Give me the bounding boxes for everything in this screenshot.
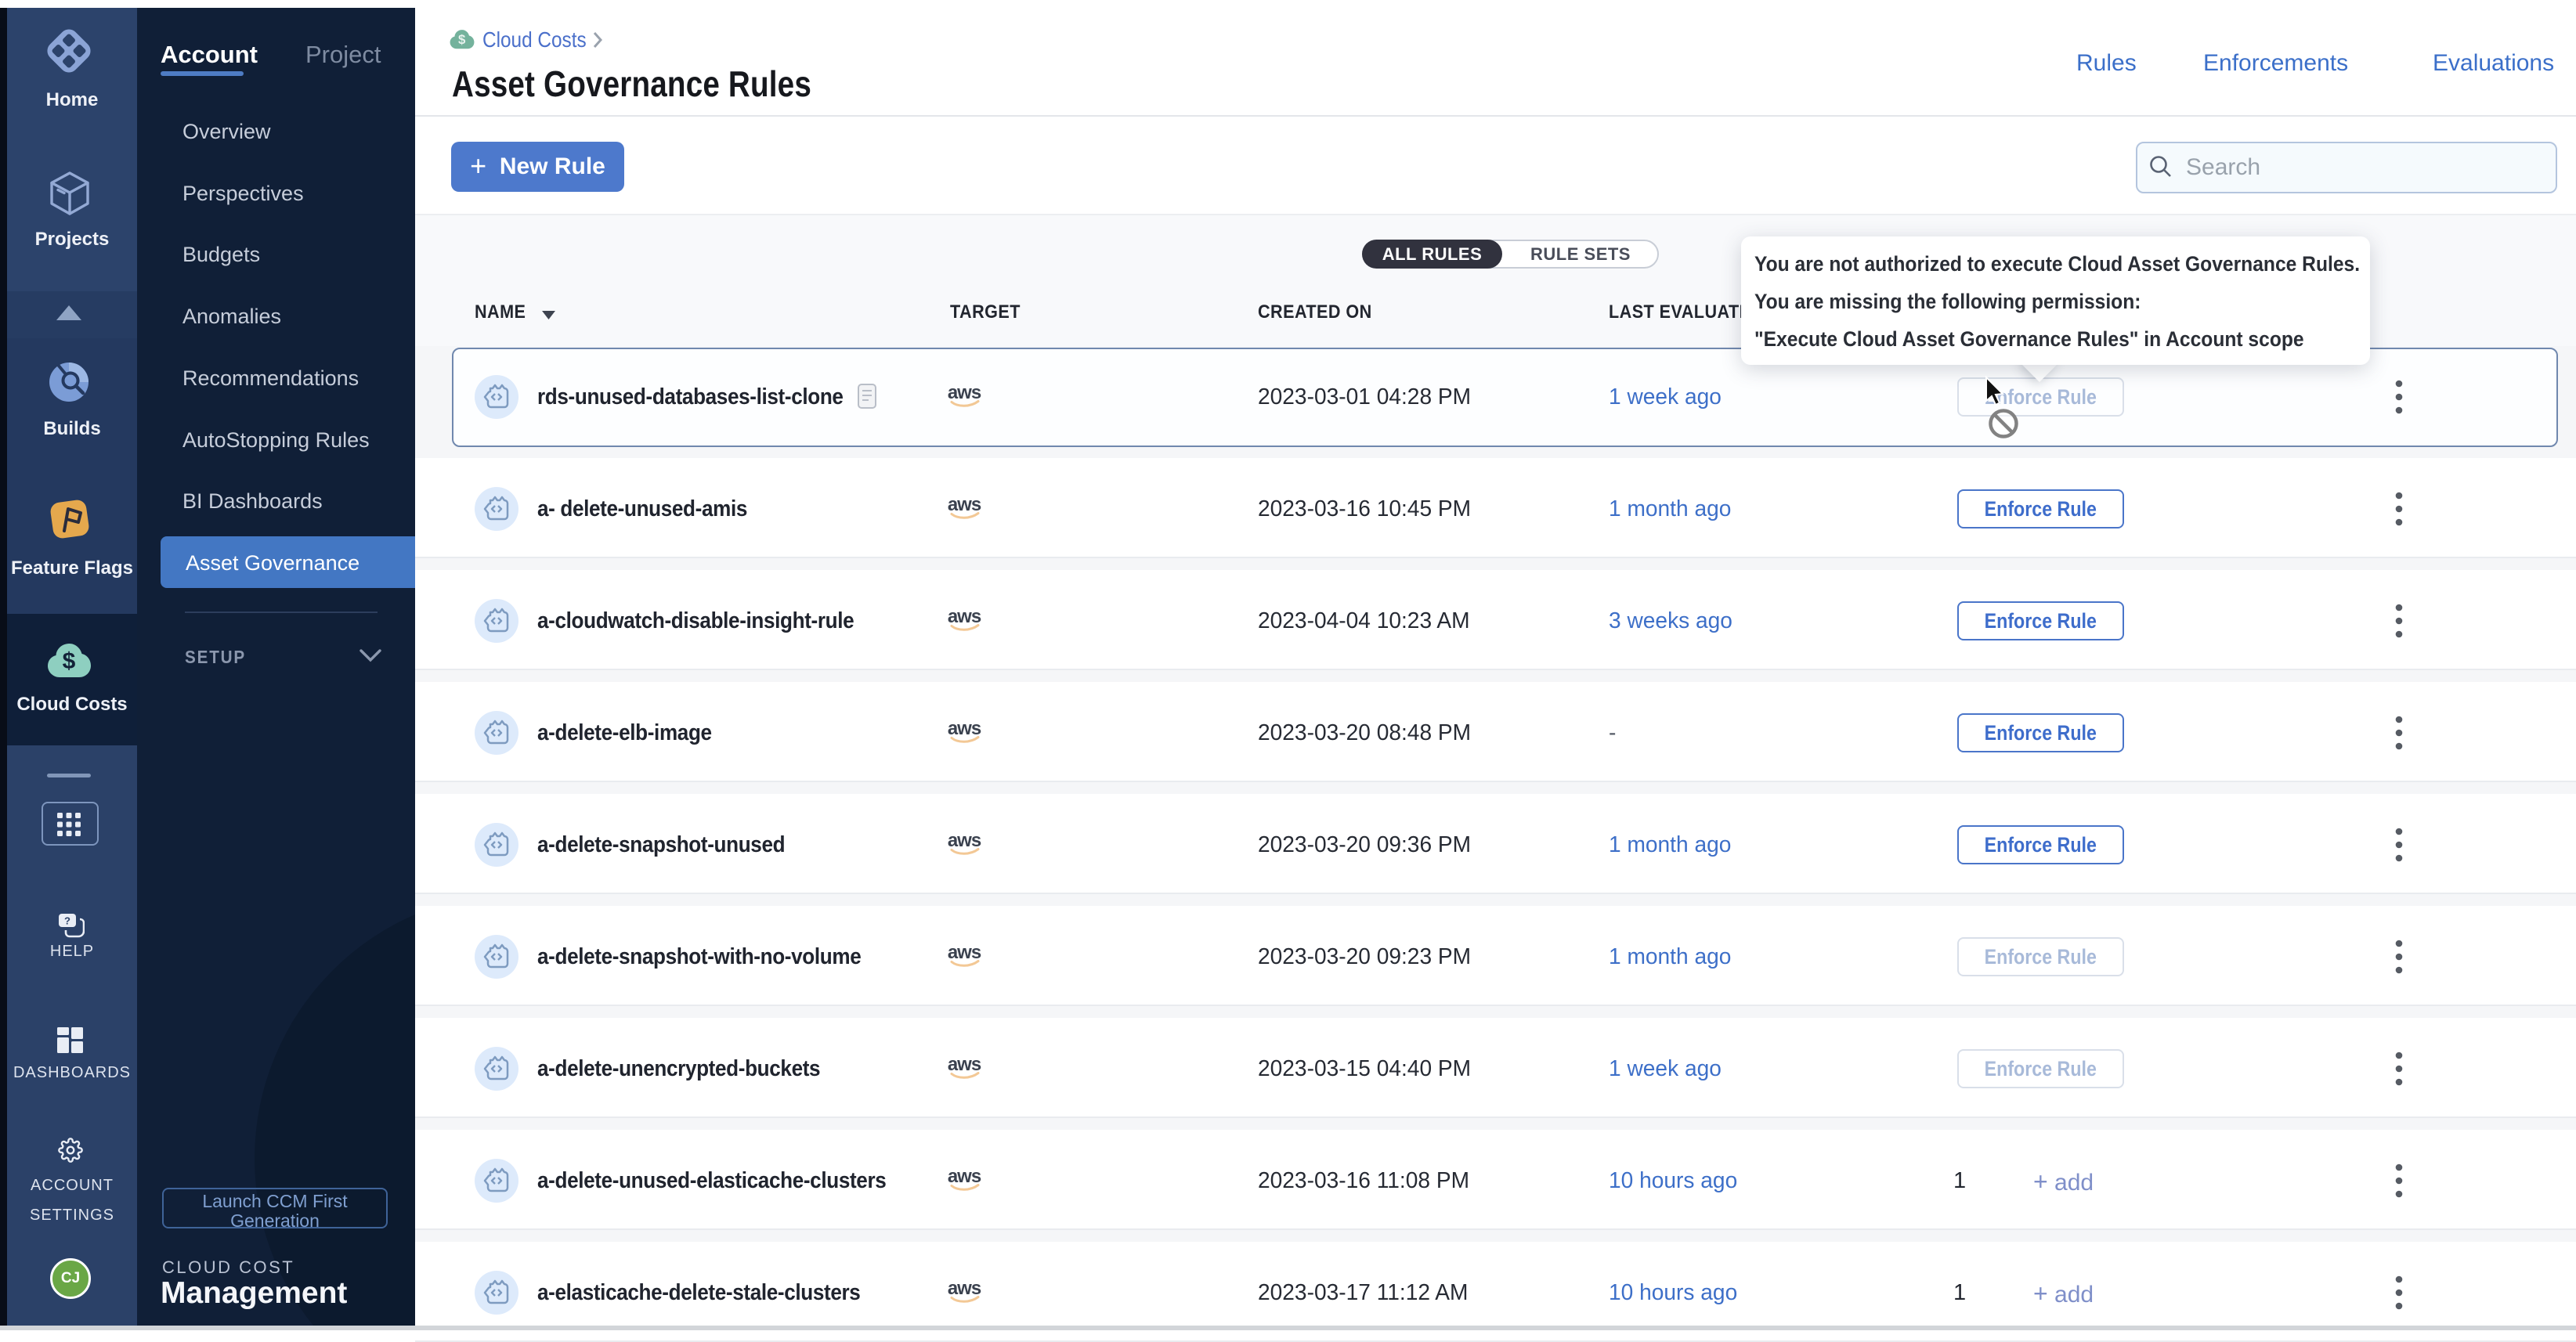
svg-text:aws: aws xyxy=(948,1054,981,1075)
svg-text:aws: aws xyxy=(948,942,981,963)
svg-text:aws: aws xyxy=(948,830,981,851)
svg-text:aws: aws xyxy=(948,1166,981,1187)
svg-text:aws: aws xyxy=(948,494,981,515)
svg-text:aws: aws xyxy=(948,606,981,627)
svg-text:$: $ xyxy=(63,648,76,674)
svg-text:$: $ xyxy=(458,32,466,47)
svg-text:aws: aws xyxy=(948,718,981,739)
svg-text:?: ? xyxy=(64,915,70,927)
svg-text:aws: aws xyxy=(948,382,981,403)
svg-text:aws: aws xyxy=(948,1278,981,1299)
